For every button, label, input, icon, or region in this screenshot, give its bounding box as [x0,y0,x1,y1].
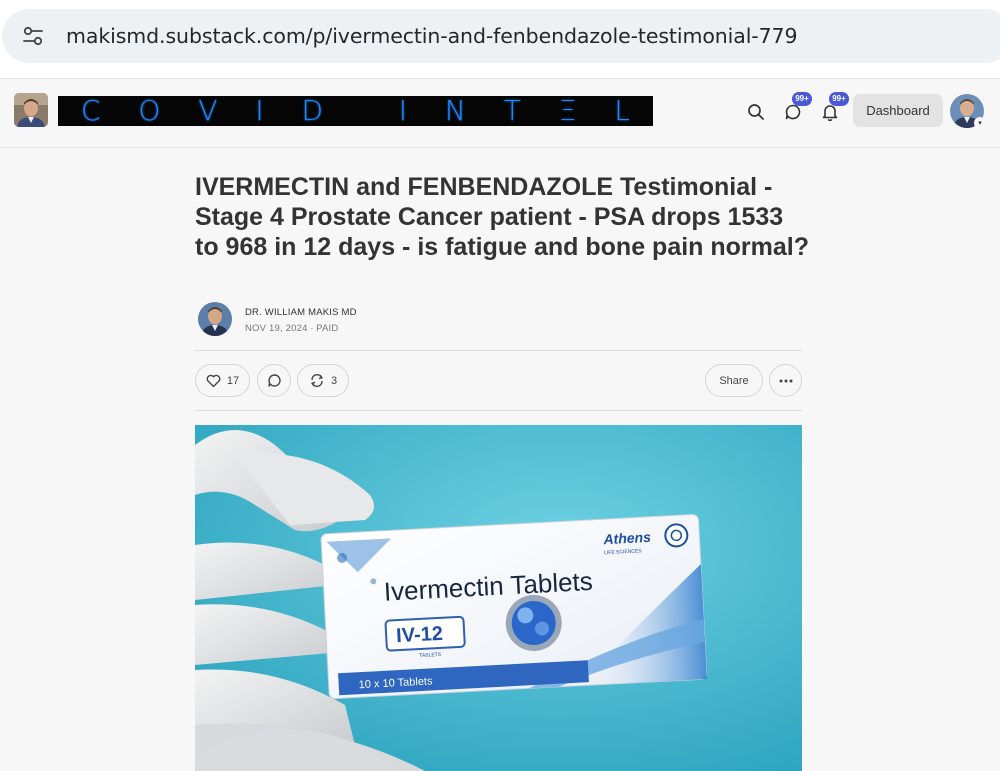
banner-letter: O [138,94,161,127]
banner-letter: D [301,94,324,127]
chat-icon[interactable]: 99+ [782,92,812,123]
banner-letter: T [503,94,521,127]
divider [195,410,802,411]
more-options-button[interactable] [769,364,802,397]
banner-letter: I [398,94,408,127]
chevron-down-icon[interactable]: ▾ [974,117,986,129]
site-header: C O V I D I N T Ξ L 99+ 99+ Dashboard ▾ [0,78,1000,148]
like-button[interactable]: 17 [195,364,250,397]
author-name[interactable]: DR. WILLIAM MAKIS MD [245,307,357,318]
search-icon[interactable] [745,101,767,123]
box-brand: Athens [602,529,651,548]
address-bar[interactable]: makismd.substack.com/p/ivermectin-and-fe… [2,9,1000,63]
ellipsis-icon [779,379,792,382]
banner-letter: C [80,94,101,127]
post-title: IVERMECTIN and FENBENDAZOLE Testimonial … [195,173,810,261]
bell-icon[interactable]: 99+ [819,92,849,123]
banner-letter: Ξ [558,94,577,127]
post-hero-image: Athens LIFE SCIENCES Ivermectin Tablets … [195,425,802,771]
publication-logo[interactable] [14,93,48,127]
author-avatar[interactable] [198,302,232,336]
tune-icon[interactable] [18,21,48,51]
heart-icon [206,374,221,387]
share-button[interactable]: Share [705,364,763,397]
post-date: NOV 19, 2024 ∙ PAID [245,323,339,334]
box-code-sub: TABLETS [419,652,442,659]
notification-badge: 99+ [829,92,849,106]
restack-icon [311,373,323,388]
banner-letter: V [198,94,218,127]
divider [195,350,802,351]
chat-badge: 99+ [792,92,812,106]
url-text[interactable]: makismd.substack.com/p/ivermectin-and-fe… [66,24,798,48]
restack-button[interactable]: 3 [297,364,349,397]
banner-letter: L [614,94,630,127]
banner-letter: N [444,94,466,127]
box-code: IV-12 [396,623,444,647]
like-count: 17 [226,374,240,387]
comment-icon [267,374,281,387]
comment-button[interactable] [257,364,291,397]
publication-banner[interactable]: C O V I D I N T Ξ L [58,96,653,126]
browser-toolbar: makismd.substack.com/p/ivermectin-and-fe… [0,0,1000,78]
banner-letter: I [255,94,264,127]
restack-count: 3 [330,374,338,387]
dashboard-button[interactable]: Dashboard [853,94,943,127]
